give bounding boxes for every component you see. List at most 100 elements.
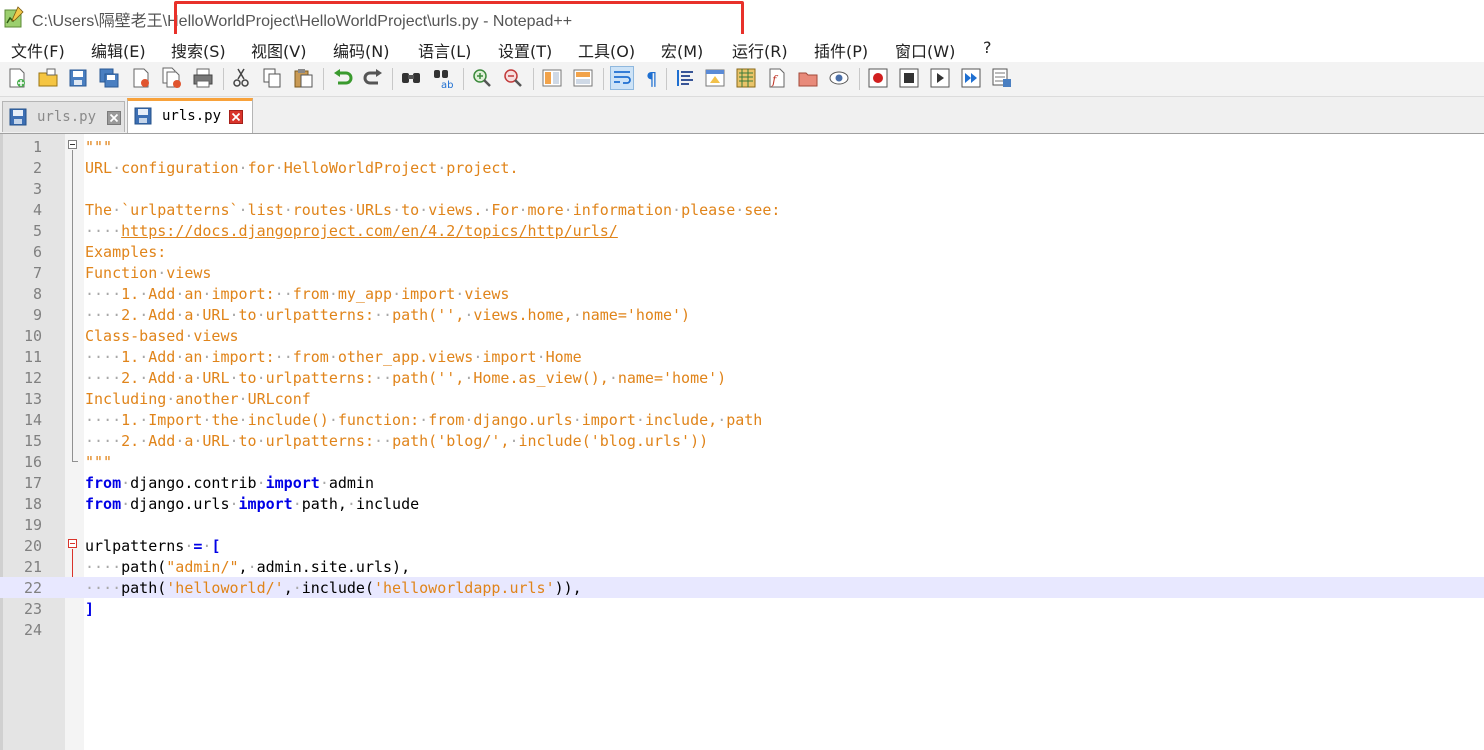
cut-icon[interactable]	[230, 67, 252, 89]
code-line[interactable]: 19	[0, 514, 1484, 535]
menu-run[interactable]: 运行(R)	[732, 38, 788, 62]
close-all-icon[interactable]	[161, 67, 183, 89]
print-icon[interactable]	[192, 67, 214, 89]
menu-view[interactable]: 视图(V)	[251, 38, 306, 62]
code-line[interactable]: 9 ····2.·Add·a·URL·to·urlpatterns:··path(…	[0, 304, 1484, 325]
save-status-icon	[134, 107, 152, 125]
indent-guide-icon[interactable]	[674, 67, 696, 89]
code-line[interactable]: 24	[0, 619, 1484, 640]
tab-urls-py-1[interactable]: urls.py	[2, 101, 125, 132]
line-number: 23	[23, 600, 42, 618]
stop-macro-icon[interactable]	[898, 67, 920, 89]
find-icon[interactable]	[400, 67, 422, 89]
open-file-icon[interactable]	[37, 67, 59, 89]
menu-settings[interactable]: 设置(T)	[498, 38, 552, 62]
code-text[interactable]: ····path("admin/",·admin.site.urls),	[85, 558, 410, 576]
code-line[interactable]: 8 ····1.·Add·an·import:··from·my_app·impo…	[0, 283, 1484, 304]
save-macro-icon[interactable]	[991, 67, 1013, 89]
code-line[interactable]: 13 Including·another·URLconf	[0, 388, 1484, 409]
menu-file[interactable]: 文件(F)	[11, 38, 65, 62]
paste-icon[interactable]	[292, 67, 314, 89]
code-text[interactable]: URL·configuration·for·HelloWorldProject·…	[85, 159, 519, 177]
code-text[interactable]: Including·another·URLconf	[85, 390, 311, 408]
sync-vertical-icon[interactable]	[541, 67, 563, 89]
code-text[interactable]: Examples:	[85, 243, 166, 261]
close-icon[interactable]	[130, 67, 152, 89]
zoom-in-icon[interactable]	[471, 67, 493, 89]
tab-close-icon[interactable]	[107, 110, 121, 125]
document-map-icon[interactable]	[735, 67, 757, 89]
code-text[interactable]: ····1.·Add·an·import:··from·other_app.vi…	[85, 348, 582, 366]
zoom-out-icon[interactable]	[502, 67, 524, 89]
code-line[interactable]: 16 """	[0, 451, 1484, 472]
replace-icon[interactable]: ab	[432, 67, 454, 89]
code-text[interactable]: The·`urlpatterns`·list·routes·URLs·to·vi…	[85, 201, 780, 219]
code-text[interactable]: Class-based·views	[85, 327, 239, 345]
code-line[interactable]: 2 URL·configuration·for·HelloWorldProject…	[0, 157, 1484, 178]
code-text[interactable]: ····1.·Add·an·import:··from·my_app·impor…	[85, 285, 509, 303]
code-text[interactable]: ····https://docs.djangoproject.com/en/4.…	[85, 222, 618, 240]
code-line[interactable]: 7 Function·views	[0, 262, 1484, 283]
tab-close-icon[interactable]	[229, 109, 243, 124]
code-line[interactable]: 23]	[0, 598, 1484, 619]
code-text[interactable]: ]	[85, 600, 94, 618]
tab-urls-py-2[interactable]: urls.py	[127, 98, 253, 133]
code-text[interactable]: from·django.contrib·import·admin	[85, 474, 374, 492]
show-all-chars-icon[interactable]: ¶	[642, 67, 664, 89]
menu-encoding[interactable]: 编码(N)	[333, 38, 389, 62]
code-line[interactable]: 11 ····1.·Add·an·import:··from·other_app.…	[0, 346, 1484, 367]
code-text[interactable]: ····2.·Add·a·URL·to·urlpatterns:··path('…	[85, 306, 690, 324]
redo-icon[interactable]	[362, 67, 384, 89]
new-file-icon[interactable]	[6, 67, 28, 89]
code-text[interactable]: """	[85, 453, 112, 471]
save-all-icon[interactable]	[98, 67, 120, 89]
folder-workspace-icon[interactable]	[797, 67, 819, 89]
user-language-icon[interactable]	[704, 67, 726, 89]
menu-edit[interactable]: 编辑(E)	[91, 38, 146, 62]
code-line[interactable]: 12 ····2.·Add·a·URL·to·urlpatterns:··path…	[0, 367, 1484, 388]
code-line[interactable]: 5 ····https://docs.djangoproject.com/en/4…	[0, 220, 1484, 241]
function-list-icon[interactable]: f	[766, 67, 788, 89]
code-text[interactable]: Function·views	[85, 264, 211, 282]
code-line[interactable]: 17 from·django.contrib·import·admin	[0, 472, 1484, 493]
sync-horizontal-icon[interactable]	[572, 67, 594, 89]
line-number: 9	[32, 306, 42, 324]
code-line[interactable]: 20 urlpatterns·=·[	[0, 535, 1484, 556]
code-line[interactable]: 22 ····path('helloworld/',·include('hello…	[0, 577, 1484, 598]
code-editor[interactable]: 1 """ 2 URL·configuration·for·HelloWorldPro…	[0, 134, 1484, 750]
code-text[interactable]: ····path('helloworld/',·include('hellowo…	[85, 579, 582, 597]
code-line[interactable]: 15 ····2.·Add·a·URL·to·urlpatterns:··path…	[0, 430, 1484, 451]
save-icon[interactable]	[67, 67, 89, 89]
code-line[interactable]: 6 Examples:	[0, 241, 1484, 262]
menu-search[interactable]: 搜索(S)	[171, 38, 226, 62]
word-wrap-icon[interactable]	[610, 66, 634, 90]
notepad-plus-plus-icon[interactable]	[4, 6, 24, 28]
code-line[interactable]: 21 ····path("admin/",·admin.site.urls),	[0, 556, 1484, 577]
code-line[interactable]: 18 from·django.urls·import·path,·include	[0, 493, 1484, 514]
menu-language[interactable]: 语言(L)	[418, 38, 471, 62]
menu-macro[interactable]: 宏(M)	[661, 38, 703, 62]
code-text[interactable]: ····2.·Add·a·URL·to·urlpatterns:··path('…	[85, 432, 708, 450]
menu-tools[interactable]: 工具(O)	[578, 38, 635, 62]
code-line[interactable]: 14 ····1.·Import·the·include()·function:·…	[0, 409, 1484, 430]
code-text[interactable]: """	[85, 138, 112, 156]
line-number: 11	[23, 348, 42, 366]
code-text[interactable]: from·django.urls·import·path,·include	[85, 495, 419, 513]
code-text[interactable]: ····1.·Import·the·include()·function:·fr…	[85, 411, 762, 429]
code-line[interactable]: 4 The·`urlpatterns`·list·routes·URLs·to·v…	[0, 199, 1484, 220]
code-text[interactable]: ····2.·Add·a·URL·to·urlpatterns:··path('…	[85, 369, 726, 387]
undo-icon[interactable]	[332, 67, 354, 89]
play-macro-icon[interactable]	[929, 67, 951, 89]
line-number: 12	[23, 369, 42, 387]
menu-help[interactable]: ?	[983, 38, 992, 57]
code-line[interactable]: 3	[0, 178, 1484, 199]
record-macro-icon[interactable]	[867, 67, 889, 89]
code-line[interactable]: 10 Class-based·views	[0, 325, 1484, 346]
code-line[interactable]: 1 """	[0, 136, 1484, 157]
copy-icon[interactable]	[261, 67, 283, 89]
run-macro-multiple-icon[interactable]	[960, 67, 982, 89]
menu-plugins[interactable]: 插件(P)	[814, 38, 868, 62]
code-text[interactable]: urlpatterns·=·[	[85, 537, 220, 555]
monitoring-icon[interactable]	[828, 67, 850, 89]
menu-window[interactable]: 窗口(W)	[895, 38, 955, 62]
